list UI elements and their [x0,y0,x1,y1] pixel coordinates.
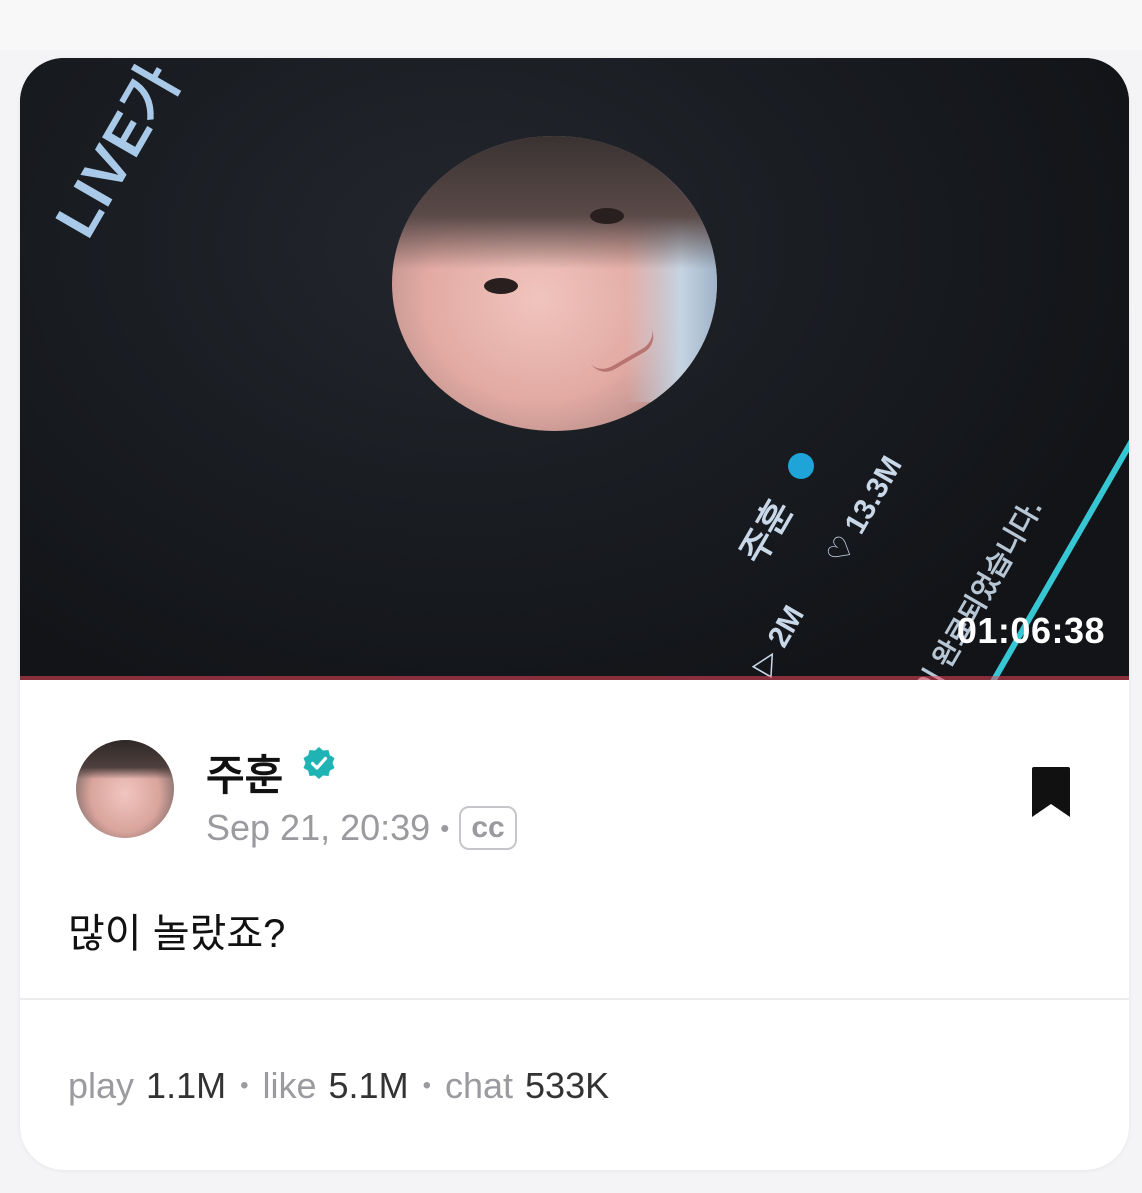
avatar[interactable] [76,740,174,838]
thumbnail-content: LIVE가 종료되 주훈 ♡ 13.3M ▷ 2M 이 완료되었습니다. [20,58,1129,680]
post-timestamp: Sep 21, 20:39 [206,807,431,848]
post-meta: Sep 21, 20:39 • cc [206,806,517,850]
bookmark-icon[interactable] [1028,766,1074,820]
play-count: 1.1M [146,1065,227,1106]
play-label: play [68,1065,135,1106]
thumbnail-plays-text: ▷ 2M [745,600,811,680]
post-stats: play 1.1M • like 5.1M • chat 533K [68,1065,609,1107]
thumbnail-likes-text: ♡ 13.3M [820,450,909,570]
video-duration: 01:06:38 [956,610,1105,651]
like-label: like [262,1065,317,1106]
thumbnail-verified-icon [788,453,814,479]
verified-badge-icon [303,747,335,779]
divider [20,998,1129,1000]
post-caption: 많이 놀랐죠? [68,912,286,956]
stats-separator: • [240,1072,249,1099]
chat-label: chat [444,1065,514,1106]
video-thumbnail[interactable]: LIVE가 종료되 주훈 ♡ 13.3M ▷ 2M 이 완료되었습니다. 01:… [20,58,1129,680]
top-bar [0,0,1142,50]
meta-separator: • [440,812,450,843]
like-count: 5.1M [328,1065,409,1106]
post-card[interactable]: LIVE가 종료되 주훈 ♡ 13.3M ▷ 2M 이 완료되었습니다. 01:… [20,58,1129,1170]
thumbnail-name-text: 주훈 [731,492,801,571]
progress-line [20,676,1129,680]
stats-separator: • [422,1072,431,1099]
cc-badge: cc [459,806,517,850]
thumbnail-live-ended-text: LIVE가 종료되 [42,58,284,248]
thumbnail-profile-photo [392,136,717,431]
author-name[interactable]: 주훈 [206,742,283,803]
chat-count: 533K [525,1065,610,1106]
